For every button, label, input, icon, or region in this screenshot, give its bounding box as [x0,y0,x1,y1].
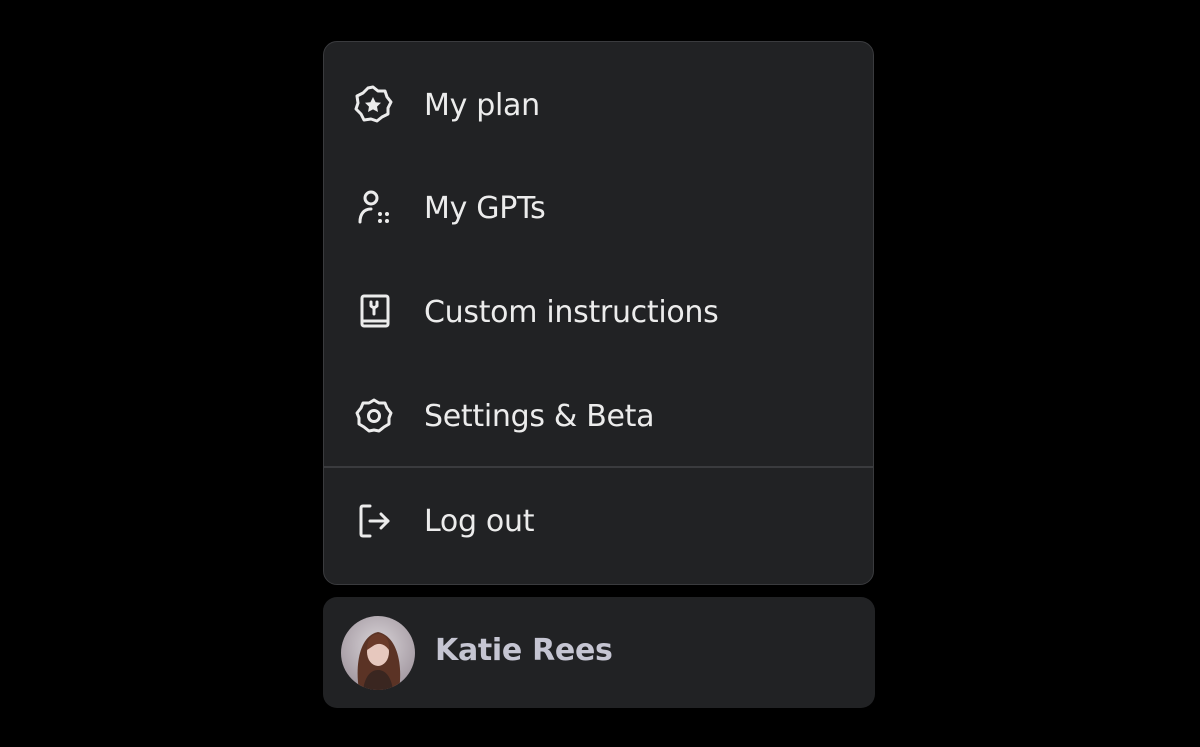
gpts-user-icon [354,188,394,228]
menu-item-settings[interactable]: Settings & Beta [324,372,873,460]
menu-item-my-plan[interactable]: My plan [324,61,873,149]
menu-item-label: Settings & Beta [424,398,655,434]
menu-item-my-gpts[interactable]: My GPTs [324,164,873,252]
menu-item-label: My plan [424,87,540,123]
menu-item-label: Log out [424,503,535,539]
user-name: Katie Rees [435,633,613,668]
menu-item-custom-instructions[interactable]: Custom instructions [324,268,873,356]
avatar [341,616,415,690]
gear-icon [354,396,394,436]
page: My plan My GPTs Custom instructions Sett… [0,0,1200,747]
user-profile-button[interactable]: Katie Rees [323,597,875,708]
account-menu: My plan My GPTs Custom instructions Sett… [323,41,874,585]
star-badge-icon [354,85,394,125]
menu-item-log-out[interactable]: Log out [324,477,873,565]
logout-icon [354,501,394,541]
book-instructions-icon [354,292,394,332]
menu-item-label: Custom instructions [424,294,719,330]
menu-divider [324,466,873,468]
menu-item-label: My GPTs [424,190,546,226]
